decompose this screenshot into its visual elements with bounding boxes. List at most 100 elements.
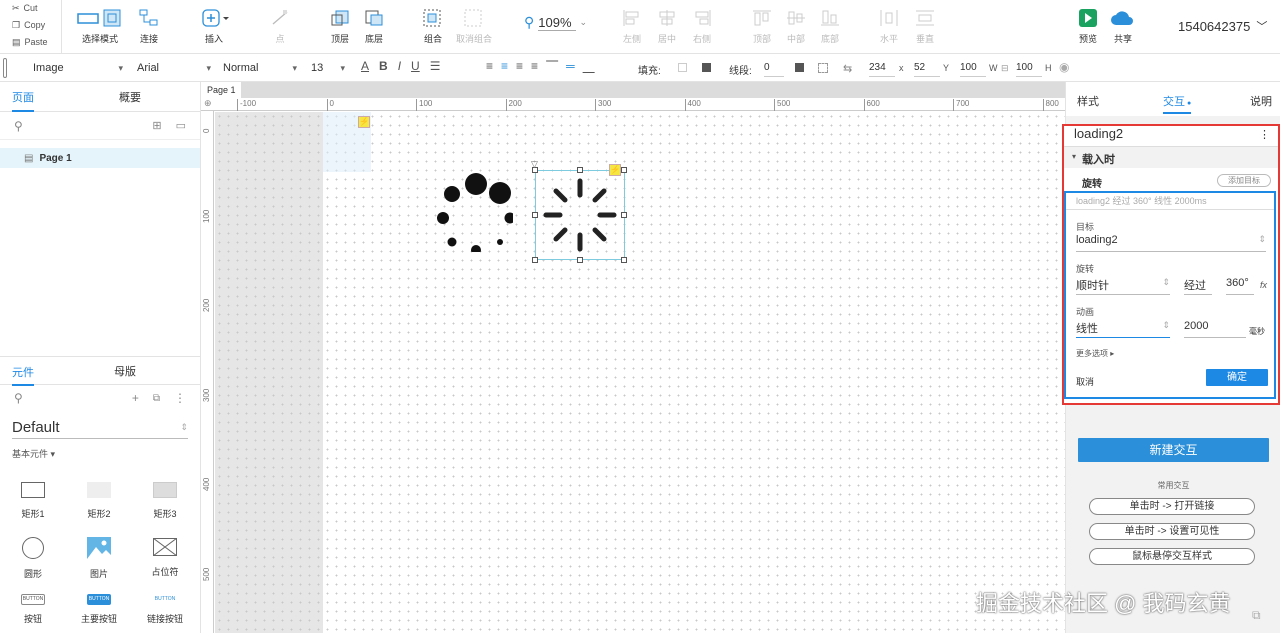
library-select[interactable]: Default ⇕: [12, 417, 188, 439]
fill-color-swatch[interactable]: [678, 63, 687, 72]
loading1-spinner[interactable]: [433, 172, 513, 252]
easing-select[interactable]: 线性 ⇕: [1076, 320, 1170, 338]
select-mode-button[interactable]: 选择模式: [76, 8, 124, 45]
align-right-button[interactable]: 右侧: [680, 8, 724, 45]
fill-pattern-swatch[interactable]: [702, 63, 711, 72]
event-onload[interactable]: ▾ 载入时: [1064, 146, 1278, 168]
add-library-icon[interactable]: +: [132, 391, 139, 405]
resize-handle[interactable]: [532, 212, 538, 218]
ok-button[interactable]: 确定: [1206, 369, 1268, 386]
tab-outline[interactable]: 概要: [119, 89, 141, 105]
widget-placeholder[interactable]: 占位符: [132, 534, 198, 580]
paste-button[interactable]: ▤ Paste: [0, 34, 61, 51]
resize-handle[interactable]: [577, 257, 583, 263]
group-button[interactable]: 组合: [411, 8, 455, 45]
design-canvas[interactable]: Page 1 ⊕ -100 0 100 200 300 400 500 600 700 800 0…: [201, 82, 1065, 633]
cancel-button[interactable]: 取消: [1076, 375, 1094, 388]
through-select[interactable]: 经过: [1184, 277, 1212, 295]
text-color-icon[interactable]: A: [361, 59, 369, 73]
width-input[interactable]: 100: [960, 59, 986, 77]
duration-input[interactable]: 2000: [1184, 320, 1246, 338]
visibility-icon[interactable]: ◉: [1059, 60, 1069, 74]
connect-button[interactable]: 连接: [127, 8, 171, 45]
widget-image[interactable]: 图片: [66, 534, 132, 580]
widget-rect1[interactable]: 矩形1: [0, 476, 66, 520]
tab-widgets[interactable]: 元件: [12, 356, 34, 386]
interaction-badge[interactable]: ⚡: [358, 116, 370, 128]
user-menu[interactable]: 1540642375 ﹀: [1178, 18, 1267, 34]
copy-button[interactable]: ❐ Copy: [0, 17, 61, 34]
more-icon[interactable]: ⋮: [174, 391, 186, 405]
widget-button[interactable]: BUTTON 按钮: [0, 594, 66, 625]
more-icon[interactable]: ⋮: [1259, 128, 1270, 141]
justify-text-icon[interactable]: ≡: [531, 59, 538, 74]
font-size-select[interactable]: 13: [311, 59, 347, 77]
add-folder-icon[interactable]: ▭: [176, 119, 186, 132]
underline-icon[interactable]: U: [411, 59, 420, 73]
panel-handle[interactable]: [3, 58, 7, 78]
bold-icon[interactable]: B: [379, 59, 388, 73]
tab-style[interactable]: 样式: [1077, 93, 1099, 109]
tab-pages[interactable]: 页面: [12, 81, 34, 112]
x-input[interactable]: 234: [869, 59, 895, 77]
font-family-select[interactable]: Arial: [137, 59, 213, 77]
direction-select[interactable]: 顺时针 ⇕: [1076, 277, 1170, 295]
share-button[interactable]: 共享: [1101, 8, 1145, 45]
resize-handle[interactable]: [577, 167, 583, 173]
widget-circle[interactable]: 圆形: [0, 534, 66, 580]
align-text-center-icon[interactable]: ≡: [501, 59, 508, 74]
resize-handle[interactable]: [621, 212, 627, 218]
interaction-badge[interactable]: ⚡: [609, 164, 621, 176]
valign-middle-icon[interactable]: ═: [566, 59, 575, 74]
insert-button[interactable]: 插入: [192, 8, 236, 45]
resize-handle[interactable]: [621, 257, 627, 263]
line-width-input[interactable]: 0: [764, 59, 784, 77]
line-color-swatch[interactable]: [795, 63, 804, 72]
lock-ratio-icon[interactable]: ⊟: [1001, 63, 1009, 74]
common-onclick-set-visibility[interactable]: 单击时 -> 设置可见性: [1089, 523, 1255, 540]
align-bottom-button[interactable]: 底部: [808, 8, 852, 45]
tab-masters[interactable]: 母版: [114, 363, 136, 379]
loading2-selection[interactable]: [535, 170, 625, 260]
font-style-select[interactable]: Normal: [223, 59, 299, 77]
library-stack-icon[interactable]: ⧉: [153, 393, 160, 404]
degrees-input[interactable]: 360°: [1226, 277, 1254, 295]
tab-page1[interactable]: Page 1: [201, 82, 241, 98]
widget-rect3[interactable]: 矩形3: [132, 476, 198, 520]
rotate-handle-icon[interactable]: ▽: [531, 159, 538, 170]
y-input[interactable]: 52: [914, 59, 940, 77]
send-to-bottom-button[interactable]: 底层: [352, 8, 396, 45]
widget-link-button[interactable]: BUTTON 链接按钮: [132, 594, 198, 625]
widget-rect2[interactable]: 矩形2: [66, 476, 132, 520]
search-icon[interactable]: ⚲: [14, 119, 23, 133]
add-page-icon[interactable]: ⊞: [152, 119, 161, 132]
function-icon[interactable]: fx: [1260, 280, 1267, 290]
tab-interaction[interactable]: 交互 ●: [1163, 93, 1192, 114]
valign-bottom-icon[interactable]: ⎽: [583, 59, 595, 74]
common-hover-style[interactable]: 鼠标悬停交互样式: [1089, 548, 1255, 565]
ungroup-button[interactable]: 取消组合: [452, 8, 496, 45]
page-item-page1[interactable]: ▤ Page 1: [0, 148, 200, 168]
more-options-link[interactable]: 更多选项 ▸: [1076, 348, 1114, 359]
search-icon[interactable]: ⚲: [14, 391, 23, 405]
resize-corner-icon[interactable]: ⧉: [1252, 608, 1261, 623]
cut-button[interactable]: ✂ Cut: [0, 0, 61, 17]
common-onclick-open-link[interactable]: 单击时 -> 打开链接: [1089, 498, 1255, 515]
height-input[interactable]: 100: [1016, 59, 1042, 77]
arrow-style-icon[interactable]: ⇆: [843, 62, 852, 75]
target-select[interactable]: loading2 ⇕: [1076, 234, 1266, 252]
align-text-left-icon[interactable]: ≡: [486, 59, 493, 74]
valign-top-icon[interactable]: ⎺: [546, 59, 558, 74]
widget-primary-button[interactable]: BUTTON 主要按钮: [66, 594, 132, 625]
distribute-vertical-button[interactable]: 垂直: [903, 8, 947, 45]
line-style-icon[interactable]: [818, 63, 828, 73]
zoom-control[interactable]: ⚲ 109% ⌄: [524, 14, 587, 31]
point-button[interactable]: 点: [258, 8, 302, 45]
element-type-select[interactable]: Image: [33, 59, 125, 77]
align-text-right-icon[interactable]: ≡: [516, 59, 523, 74]
list-icon[interactable]: ☰: [430, 59, 441, 73]
new-interaction-button[interactable]: 新建交互: [1078, 438, 1269, 462]
tab-notes[interactable]: 说明: [1250, 93, 1272, 109]
add-target-button[interactable]: 添加目标: [1217, 174, 1271, 187]
italic-icon[interactable]: I: [398, 59, 401, 73]
